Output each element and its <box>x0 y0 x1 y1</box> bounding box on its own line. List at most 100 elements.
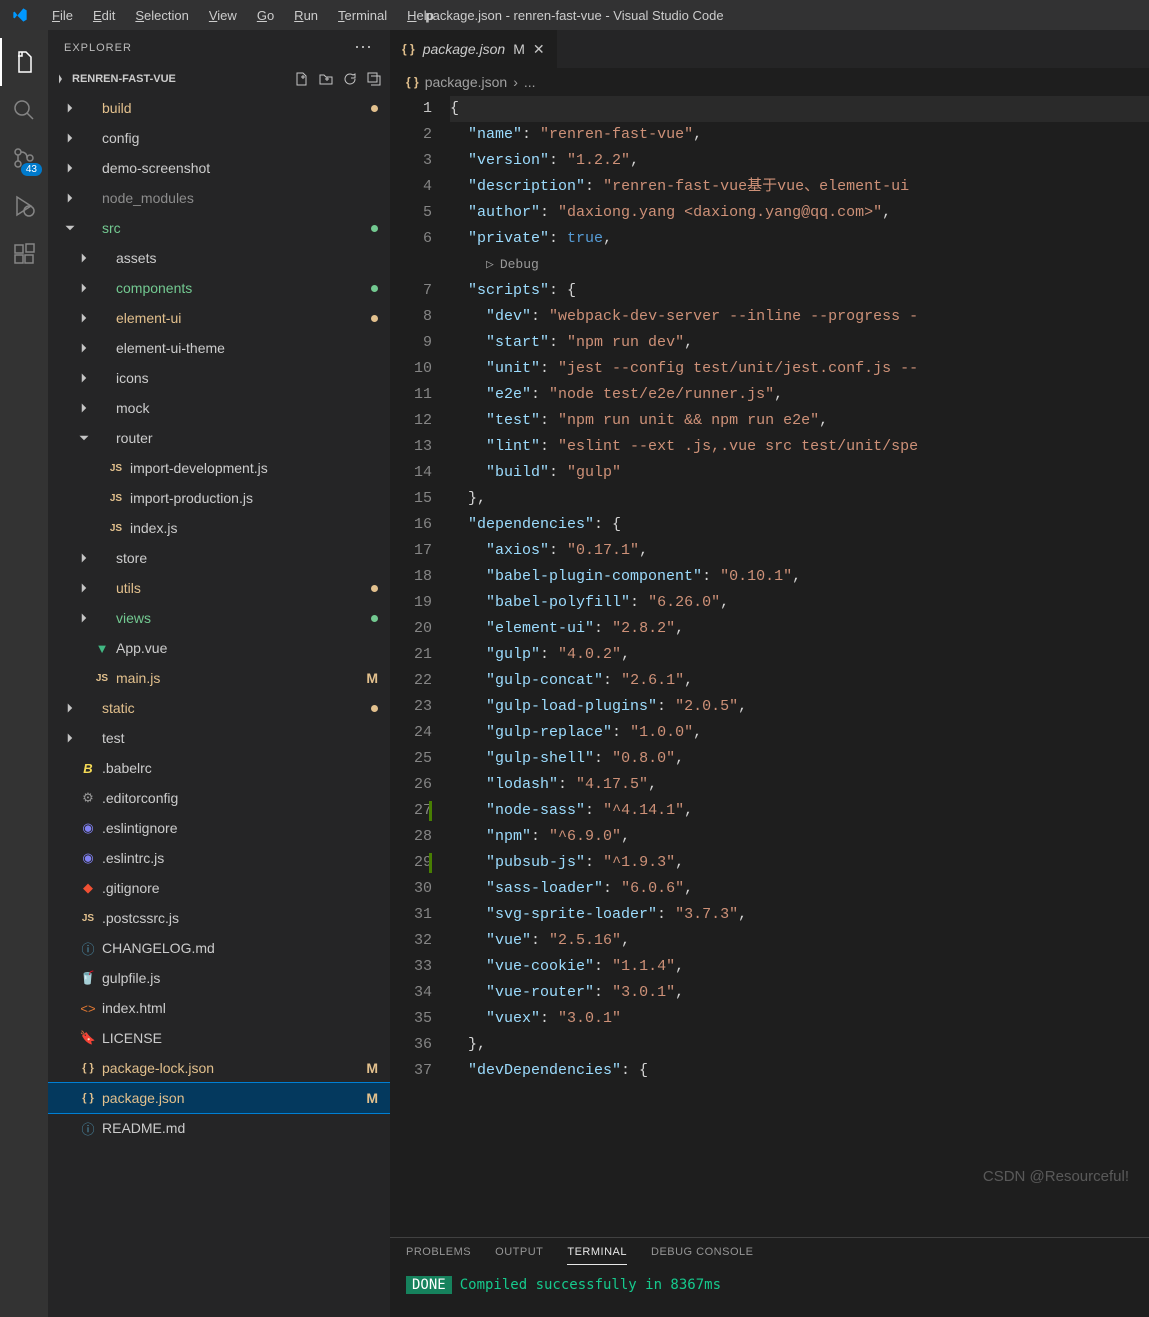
explorer-tab-icon[interactable] <box>0 38 48 86</box>
file-package-json[interactable]: { }package.jsonM <box>48 1083 390 1113</box>
panel-tab-problems[interactable]: PROBLEMS <box>406 1246 471 1265</box>
code-line[interactable]: "gulp": "4.0.2", <box>450 642 1149 668</box>
code-line[interactable]: }, <box>450 486 1149 512</box>
menu-item-go[interactable]: Go <box>249 4 282 27</box>
code-line[interactable]: "svg-sprite-loader": "3.7.3", <box>450 902 1149 928</box>
file-import-production-js[interactable]: JSimport-production.js <box>48 483 390 513</box>
folder-src[interactable]: src <box>48 213 390 243</box>
new-folder-icon[interactable] <box>318 71 334 87</box>
file-package-lock-json[interactable]: { }package-lock.jsonM <box>48 1053 390 1083</box>
menu-item-edit[interactable]: Edit <box>85 4 123 27</box>
refresh-icon[interactable] <box>342 71 358 87</box>
file--babelrc[interactable]: B.babelrc <box>48 753 390 783</box>
code-line[interactable]: "gulp-load-plugins": "2.0.5", <box>450 694 1149 720</box>
extensions-tab-icon[interactable] <box>0 230 48 278</box>
code-line[interactable]: }, <box>450 1032 1149 1058</box>
file-LICENSE[interactable]: 🔖LICENSE <box>48 1023 390 1053</box>
code-line[interactable]: "build": "gulp" <box>450 460 1149 486</box>
code-line[interactable]: "pubsub-js": "^1.9.3", <box>450 850 1149 876</box>
code-line[interactable]: "start": "npm run dev", <box>450 330 1149 356</box>
breadcrumb[interactable]: { } package.json › ... <box>390 68 1149 96</box>
code-line[interactable]: "gulp-concat": "2.6.1", <box>450 668 1149 694</box>
folder-test[interactable]: test <box>48 723 390 753</box>
file--eslintignore[interactable]: ◉.eslintignore <box>48 813 390 843</box>
folder-views[interactable]: views <box>48 603 390 633</box>
folder-components[interactable]: components <box>48 273 390 303</box>
menu-item-view[interactable]: View <box>201 4 245 27</box>
code-line[interactable]: "babel-plugin-component": "0.10.1", <box>450 564 1149 590</box>
debug-codelens[interactable]: ▷Debug <box>486 252 539 278</box>
folder-build[interactable]: build <box>48 93 390 123</box>
file-App-vue[interactable]: ▼App.vue <box>48 633 390 663</box>
code-line[interactable]: "babel-polyfill": "6.26.0", <box>450 590 1149 616</box>
code-line[interactable]: "dependencies": { <box>450 512 1149 538</box>
file-import-development-js[interactable]: JSimport-development.js <box>48 453 390 483</box>
code-line[interactable]: "e2e": "node test/e2e/runner.js", <box>450 382 1149 408</box>
file-main-js[interactable]: JSmain.jsM <box>48 663 390 693</box>
code-line[interactable]: { <box>450 96 1149 122</box>
folder-element-ui-theme[interactable]: element-ui-theme <box>48 333 390 363</box>
code-line[interactable]: "author": "daxiong.yang <daxiong.yang@qq… <box>450 200 1149 226</box>
file-CHANGELOG-md[interactable]: ⓘCHANGELOG.md <box>48 933 390 963</box>
panel-tab-terminal[interactable]: TERMINAL <box>567 1246 627 1265</box>
folder-node_modules[interactable]: node_modules <box>48 183 390 213</box>
panel-tab-debug-console[interactable]: DEBUG CONSOLE <box>651 1246 753 1265</box>
code-line[interactable]: "lint": "eslint --ext .js,.vue src test/… <box>450 434 1149 460</box>
code-line[interactable]: "name": "renren-fast-vue", <box>450 122 1149 148</box>
folder-icons[interactable]: icons <box>48 363 390 393</box>
code-line[interactable]: "unit": "jest --config test/unit/jest.co… <box>450 356 1149 382</box>
code-line[interactable]: "gulp-shell": "0.8.0", <box>450 746 1149 772</box>
folder-mock[interactable]: mock <box>48 393 390 423</box>
code-line[interactable]: "element-ui": "2.8.2", <box>450 616 1149 642</box>
code-line[interactable]: "vue-router": "3.0.1", <box>450 980 1149 1006</box>
new-file-icon[interactable] <box>294 71 310 87</box>
close-icon[interactable]: ✕ <box>533 41 545 58</box>
code-line[interactable]: "gulp-replace": "1.0.0", <box>450 720 1149 746</box>
code-line[interactable]: "test": "npm run unit && npm run e2e", <box>450 408 1149 434</box>
folder-element-ui[interactable]: element-ui <box>48 303 390 333</box>
code-line[interactable]: "scripts": { <box>450 278 1149 304</box>
file-index-html[interactable]: <>index.html <box>48 993 390 1023</box>
code-line[interactable]: "axios": "0.17.1", <box>450 538 1149 564</box>
code-line[interactable]: "description": "renren-fast-vue基于vue、ele… <box>450 174 1149 200</box>
file-README-md[interactable]: ⓘREADME.md <box>48 1113 390 1143</box>
file--gitignore[interactable]: ◆.gitignore <box>48 873 390 903</box>
file--editorconfig[interactable]: ⚙.editorconfig <box>48 783 390 813</box>
code-line[interactable]: "devDependencies": { <box>450 1058 1149 1084</box>
folder-assets[interactable]: assets <box>48 243 390 273</box>
code-line[interactable]: "version": "1.2.2", <box>450 148 1149 174</box>
code-line[interactable]: "vue-cookie": "1.1.4", <box>450 954 1149 980</box>
folder-router[interactable]: router <box>48 423 390 453</box>
code-line[interactable]: "dev": "webpack-dev-server --inline --pr… <box>450 304 1149 330</box>
search-tab-icon[interactable] <box>0 86 48 134</box>
code-line[interactable]: "npm": "^6.9.0", <box>450 824 1149 850</box>
code-line[interactable]: "private": true, <box>450 226 1149 252</box>
panel-tab-output[interactable]: OUTPUT <box>495 1246 543 1265</box>
scm-tab-icon[interactable]: 43 <box>0 134 48 182</box>
file--eslintrc-js[interactable]: ◉.eslintrc.js <box>48 843 390 873</box>
more-actions-icon[interactable]: ⋯ <box>354 37 374 58</box>
folder-section-header[interactable]: RENREN-FAST-VUE <box>48 65 390 93</box>
collapse-icon[interactable] <box>366 71 382 87</box>
tab-package-json[interactable]: { } package.json M ✕ <box>390 30 557 68</box>
file-gulpfile-js[interactable]: 🥤gulpfile.js <box>48 963 390 993</box>
menu-item-selection[interactable]: Selection <box>127 4 196 27</box>
menu-item-file[interactable]: File <box>44 4 81 27</box>
code-line[interactable]: "node-sass": "^4.14.1", <box>450 798 1149 824</box>
folder-store[interactable]: store <box>48 543 390 573</box>
menu-item-terminal[interactable]: Terminal <box>330 4 395 27</box>
menu-item-run[interactable]: Run <box>286 4 326 27</box>
folder-utils[interactable]: utils <box>48 573 390 603</box>
run-tab-icon[interactable] <box>0 182 48 230</box>
code-line[interactable]: "lodash": "4.17.5", <box>450 772 1149 798</box>
terminal-output[interactable]: DONECompiled successfully in 8367ms <box>390 1273 1149 1297</box>
code-line[interactable]: "sass-loader": "6.0.6", <box>450 876 1149 902</box>
folder-demo-screenshot[interactable]: demo-screenshot <box>48 153 390 183</box>
code-editor[interactable]: 1234567891011121314151617181920212223242… <box>390 96 1149 1237</box>
folder-static[interactable]: static <box>48 693 390 723</box>
folder-config[interactable]: config <box>48 123 390 153</box>
file--postcssrc-js[interactable]: JS.postcssrc.js <box>48 903 390 933</box>
file-index-js[interactable]: JSindex.js <box>48 513 390 543</box>
code-line[interactable]: "vue": "2.5.16", <box>450 928 1149 954</box>
code-line[interactable]: "vuex": "3.0.1" <box>450 1006 1149 1032</box>
